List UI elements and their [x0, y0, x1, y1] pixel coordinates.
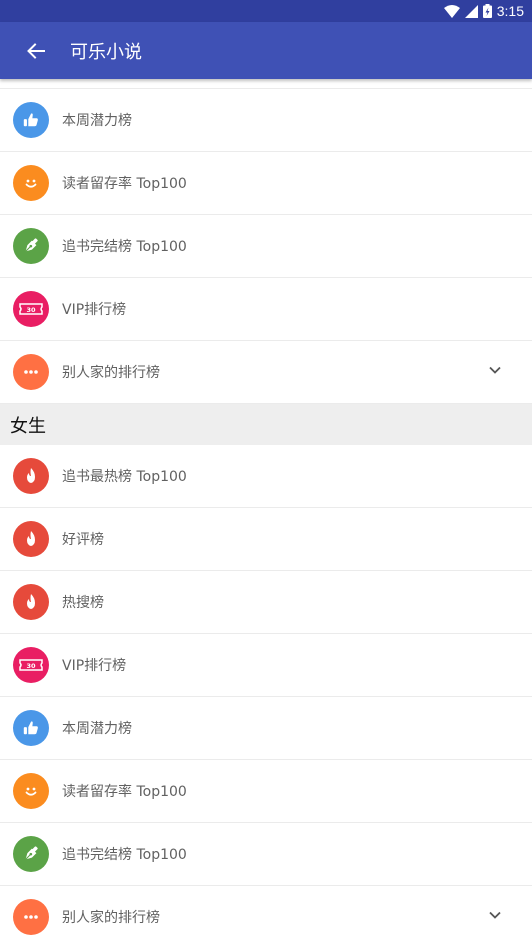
pen-nib-icon [13, 836, 49, 872]
ranking-list-item[interactable]: 好评榜 [0, 508, 532, 571]
svg-text:30: 30 [26, 306, 36, 314]
ranking-item-label: 读者留存率 Top100 [62, 784, 187, 800]
thumbs-up-icon [13, 102, 49, 138]
app-title: 可乐小说 [70, 41, 142, 63]
chevron-down-icon[interactable] [488, 907, 502, 926]
ranking-list-item[interactable]: 追书最热榜 Top100 [0, 445, 532, 508]
ranking-item-label: 读者留存率 Top100 [62, 176, 187, 192]
ranking-item-label: VIP排行榜 [62, 658, 127, 674]
wifi-icon [443, 4, 460, 18]
ranking-item-label: 别人家的排行榜 [62, 365, 160, 381]
status-bar: 3:15 [0, 0, 532, 22]
ranking-item-label: 别人家的排行榜 [62, 910, 160, 926]
section-header: 女生 [0, 404, 532, 445]
thumbs-up-icon [13, 710, 49, 746]
ranking-list-item[interactable]: 本周潜力榜 [0, 697, 532, 760]
ranking-list-item[interactable]: 追书完结榜 Top100 [0, 823, 532, 886]
ranking-item-label: 追书完结榜 Top100 [62, 239, 187, 255]
flame-icon [13, 458, 49, 494]
ranking-list-item[interactable]: 追书完结榜 Top100 [0, 215, 532, 278]
ranking-list-item[interactable]: 读者留存率 Top100 [0, 152, 532, 215]
pen-nib-icon [13, 228, 49, 264]
ranking-item-label: 热搜榜 [62, 595, 104, 611]
ranking-item-label: 追书最热榜 Top100 [62, 469, 187, 485]
ranking-list-item[interactable]: 热搜榜 [0, 571, 532, 634]
ranking-item-label: 好评榜 [62, 532, 104, 548]
status-time: 3:15 [496, 3, 524, 19]
ranking-list-item[interactable]: 30 VIP排行榜 [0, 634, 532, 697]
chevron-down-icon[interactable] [488, 362, 502, 381]
smile-icon [13, 773, 49, 809]
ranking-item-label: 本周潜力榜 [62, 113, 132, 129]
svg-text:30: 30 [26, 662, 36, 670]
back-button[interactable] [0, 22, 72, 79]
smile-icon [13, 165, 49, 201]
battery-icon [482, 4, 492, 18]
more-icon [13, 899, 49, 935]
ranking-item-label: VIP排行榜 [62, 302, 127, 318]
ranking-list-item[interactable]: 别人家的排行榜 [0, 341, 532, 404]
app-bar: 可乐小说 [0, 22, 532, 79]
ranking-list-item[interactable]: 读者留存率 Top100 [0, 760, 532, 823]
flame-icon [13, 584, 49, 620]
more-icon [13, 354, 49, 390]
ticket-icon: 30 [13, 647, 49, 683]
ranking-item-label: 本周潜力榜 [62, 721, 132, 737]
ranking-list[interactable]: 本周潜力榜 读者留存率 Top100 追书完结榜 Top100 30 VIP排行榜 别人家… [0, 79, 532, 944]
ranking-item-label: 追书完结榜 Top100 [62, 847, 187, 863]
ticket-icon: 30 [13, 291, 49, 327]
arrow-left-icon [27, 42, 45, 59]
ranking-list-item[interactable]: 别人家的排行榜 [0, 886, 532, 944]
ranking-sections: 本周潜力榜 读者留存率 Top100 追书完结榜 Top100 30 VIP排行榜 别人家… [0, 89, 532, 944]
ranking-list-item[interactable]: 30 VIP排行榜 [0, 278, 532, 341]
flame-icon [13, 521, 49, 557]
signal-icon [464, 4, 478, 18]
list-divider [0, 79, 532, 89]
ranking-list-item[interactable]: 本周潜力榜 [0, 89, 532, 152]
